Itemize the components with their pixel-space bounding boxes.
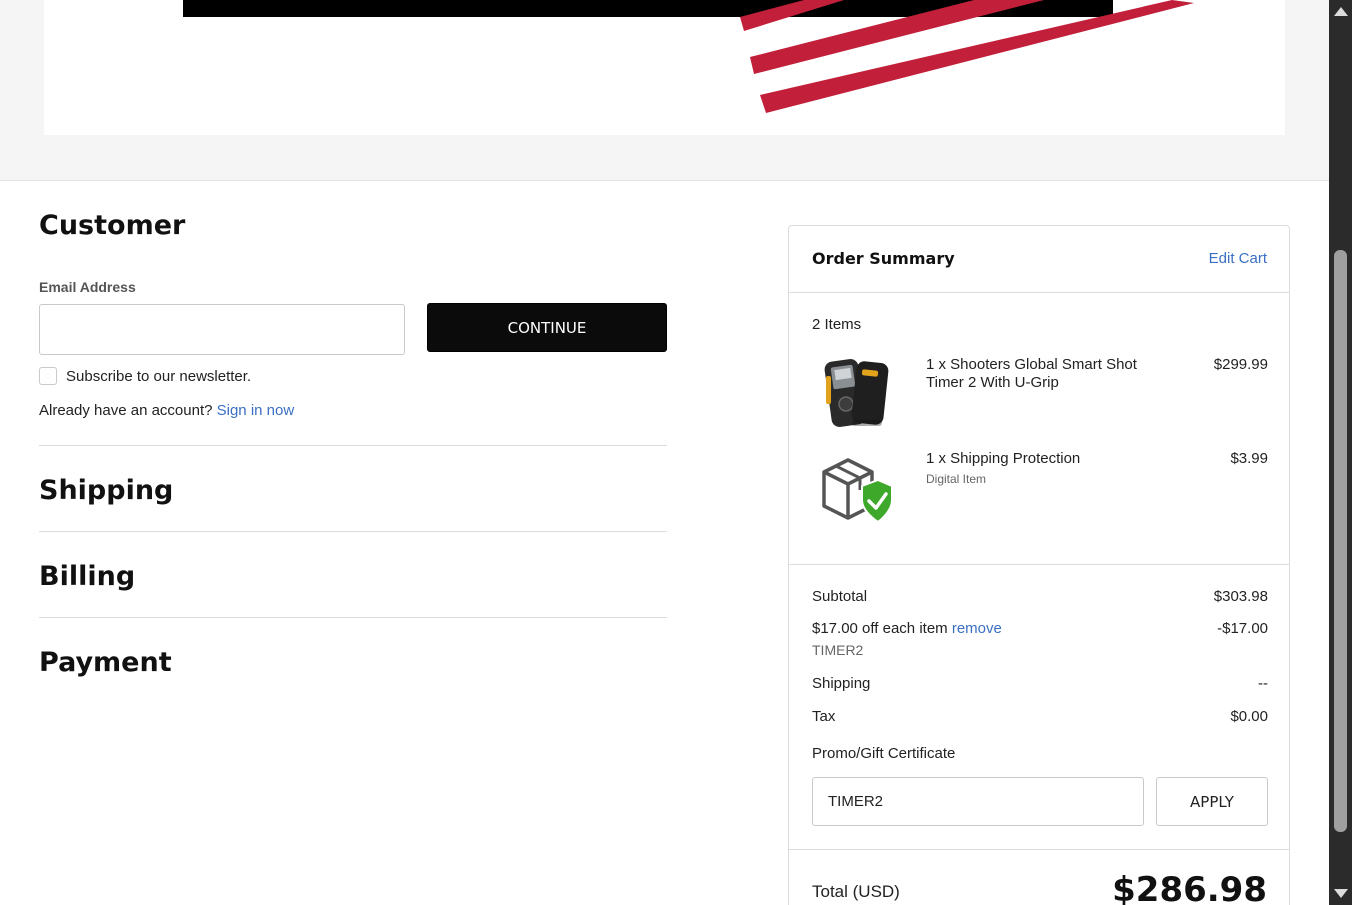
page-scrollbar[interactable] [1329, 0, 1352, 905]
order-summary: Order Summary Edit Cart 2 Items 1 x Shoo… [788, 225, 1290, 905]
edit-cart-link[interactable]: Edit Cart [1209, 250, 1267, 267]
shipping-row: Shipping -- [812, 675, 1268, 692]
shipping-value: -- [1258, 675, 1268, 692]
section-divider [39, 445, 667, 446]
banner-graphic [44, 0, 1285, 135]
billing-heading[interactable]: Billing [39, 561, 135, 592]
promo-code-field[interactable] [812, 777, 1144, 826]
customer-heading: Customer [39, 210, 186, 241]
summary-divider [789, 849, 1289, 850]
banner-red-stripes [740, 0, 1194, 113]
items-count: 2 Items [812, 316, 862, 333]
summary-divider [789, 564, 1289, 565]
account-prompt: Already have an account? [39, 402, 213, 419]
promo-label: Promo/Gift Certificate [812, 745, 956, 762]
subtotal-label: Subtotal [812, 588, 868, 605]
scroll-down-arrow-icon[interactable] [1334, 889, 1348, 898]
section-divider [39, 531, 667, 532]
item-price: $3.99 [1230, 450, 1268, 467]
tax-label: Tax [812, 708, 836, 725]
item-subtitle: Digital Item [926, 472, 987, 486]
continue-button[interactable]: CONTINUE [427, 303, 667, 352]
order-summary-title: Order Summary [812, 249, 955, 268]
newsletter-checkbox[interactable] [39, 367, 57, 385]
section-divider [39, 617, 667, 618]
email-field[interactable] [39, 304, 405, 355]
apply-button[interactable]: APPLY [1156, 777, 1268, 826]
newsletter-label: Subscribe to our newsletter. [66, 367, 252, 385]
coupon-code: TIMER2 [812, 642, 864, 658]
scrollbar-thumb[interactable] [1334, 250, 1347, 832]
header-banner [0, 0, 1329, 181]
discount-label: $17.00 off each item [812, 620, 948, 637]
item-name: 1 x Shipping Protection [926, 450, 1081, 467]
shipping-label: Shipping [812, 675, 871, 692]
item-name: 1 x Shooters Global Smart Shot Timer 2 W… [926, 356, 1137, 391]
discount-value: -$17.00 [1217, 620, 1268, 637]
shipping-protection-icon [822, 458, 893, 524]
newsletter-option: Subscribe to our newsletter. [39, 367, 251, 385]
scroll-up-arrow-icon[interactable] [1334, 7, 1348, 16]
discount-row: $17.00 off each item remove -$17.00 [812, 620, 1268, 637]
sign-in-link[interactable]: Sign in now [217, 402, 295, 419]
total-value: $286.98 [1112, 870, 1267, 905]
shot-timer-product-icon [824, 358, 889, 428]
tax-value: $0.00 [1230, 708, 1268, 725]
sign-in-row: Already have an account? Sign in now [39, 402, 294, 419]
shipping-heading[interactable]: Shipping [39, 475, 173, 506]
subtotal-value: $303.98 [1213, 588, 1268, 605]
subtotal-row: Subtotal $303.98 [812, 588, 1268, 605]
payment-heading[interactable]: Payment [39, 647, 172, 678]
tax-row: Tax $0.00 [812, 708, 1268, 725]
email-label: Email Address [39, 279, 136, 295]
remove-discount-link[interactable]: remove [952, 620, 1002, 637]
total-label: Total (USD) [812, 882, 900, 901]
order-summary-header: Order Summary Edit Cart [789, 226, 1289, 293]
item-price: $299.99 [1213, 356, 1268, 373]
